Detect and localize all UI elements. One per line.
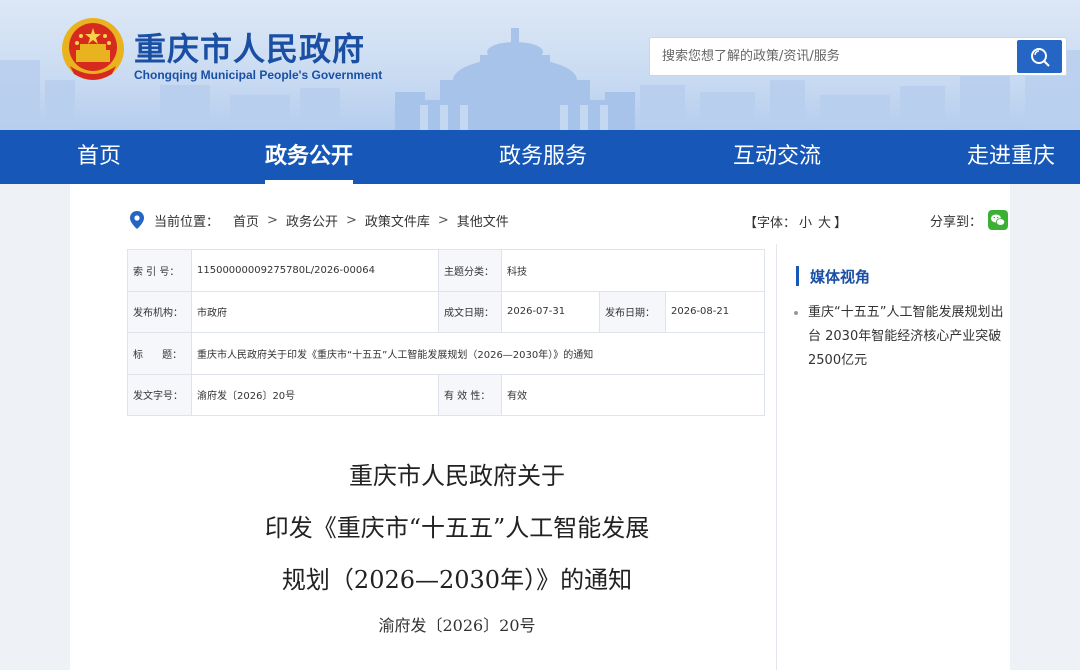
written-date-value: 2026-07-31 — [501, 290, 600, 333]
document-number: 渝府发〔2026〕20号 — [378, 616, 536, 635]
search-icon — [1031, 48, 1050, 67]
topic-value: 科技 — [500, 249, 766, 292]
table-row: 索 引 号： 11500000009275780L/2026-00064 主题分… — [127, 249, 766, 292]
document-title-line-2: 印发《重庆市“十五五”人工智能发展 — [264, 514, 650, 542]
font-size-close: 】 — [834, 216, 848, 231]
published-date-value: 2026-08-21 — [664, 290, 766, 333]
breadcrumb-other-files[interactable]: 其他文件 — [457, 211, 509, 230]
breadcrumb-government-affairs[interactable]: 政务公开 — [286, 211, 338, 230]
doc-number-value: 渝府发〔2026〕20号 — [191, 373, 439, 416]
topic-label: 主题分类： — [438, 249, 502, 292]
nav-interaction[interactable]: 互动交流 — [733, 130, 821, 184]
document-info-table: 索 引 号： 11500000009275780L/2026-00064 主题分… — [127, 249, 766, 416]
table-row: 发布机构： 市政府 成文日期： 2026-07-31 发布日期： 2026-08… — [127, 290, 766, 333]
index-value: 11500000009275780L/2026-00064 — [191, 249, 439, 292]
search-input[interactable] — [650, 38, 1018, 75]
title-label: 标 题： — [127, 332, 192, 375]
nav-home[interactable]: 首页 — [77, 130, 121, 184]
media-perspective-title: 媒体视角 — [796, 266, 870, 287]
doc-number-label: 发文字号： — [127, 373, 192, 416]
wechat-icon[interactable] — [988, 210, 1009, 230]
index-label: 索 引 号： — [127, 249, 192, 292]
content-panel: 当前位置： 首页 > 政务公开 > 政策文件库 > 其他文件 【字体：小大】 分… — [70, 184, 1010, 670]
nav-about-chongqing[interactable]: 走进重庆 — [967, 130, 1055, 184]
nav-government-services[interactable]: 政务服务 — [499, 130, 587, 184]
table-row: 发文字号： 渝府发〔2026〕20号 有 效 性： 有效 — [127, 373, 766, 416]
font-size-small-button[interactable]: 小 — [799, 216, 812, 231]
search-button[interactable] — [1017, 40, 1062, 73]
location-pin-icon — [130, 211, 144, 229]
validity-label: 有 效 性： — [438, 373, 502, 416]
national-emblem-icon — [62, 18, 124, 80]
share-bar: 分享到： — [930, 210, 1009, 230]
breadcrumb-separator: > — [267, 212, 278, 228]
breadcrumb-separator: > — [437, 212, 449, 228]
document-title-line-1: 重庆市人民政府关于 — [349, 462, 565, 490]
breadcrumb-separator: > — [345, 212, 357, 228]
breadcrumb-policy-library[interactable]: 政策文件库 — [365, 211, 430, 230]
nav-government-affairs[interactable]: 政务公开 — [265, 130, 354, 184]
site-header: 重庆市人民政府 Chongqing Municipal People's Gov… — [0, 0, 1080, 130]
site-title-english: Chongqing Municipal People's Government — [134, 68, 383, 82]
written-date-label: 成文日期： — [438, 290, 502, 333]
breadcrumb: 当前位置： 首页 > 政务公开 > 政策文件库 > 其他文件 — [130, 206, 515, 234]
site-title[interactable]: 重庆市人民政府 — [134, 24, 365, 70]
document-title-line-3: 规划（2026—2030年）》的通知 — [281, 566, 633, 594]
published-date-label: 发布日期： — [599, 290, 666, 333]
validity-value: 有效 — [500, 373, 766, 416]
issuer-value: 市政府 — [191, 290, 439, 333]
table-row: 标 题： 重庆市人民政府关于印发《重庆市“十五五”人工智能发展规划（2026—2… — [127, 332, 766, 375]
breadcrumb-label: 当前位置： — [154, 214, 220, 230]
issuer-label: 发布机构： — [127, 290, 192, 333]
font-size-label: 【字体： — [744, 216, 797, 231]
title-value: 重庆市人民政府关于印发《重庆市“十五五”人工智能发展规划（2026—2030年）… — [190, 332, 766, 375]
media-perspective-link[interactable]: 重庆“十五五”人工智能发展规划出台 2030年智能经济核心产业突破2500亿元 — [794, 301, 1010, 373]
search-box — [649, 37, 1067, 76]
share-label: 分享到： — [930, 214, 983, 230]
breadcrumb-home[interactable]: 首页 — [233, 211, 259, 230]
font-size-large-button[interactable]: 大 — [818, 216, 831, 231]
font-size-control: 【字体：小大】 — [744, 212, 847, 231]
main-nav: 首页 政务公开 政务服务 互动交流 走进重庆 — [0, 130, 1080, 184]
